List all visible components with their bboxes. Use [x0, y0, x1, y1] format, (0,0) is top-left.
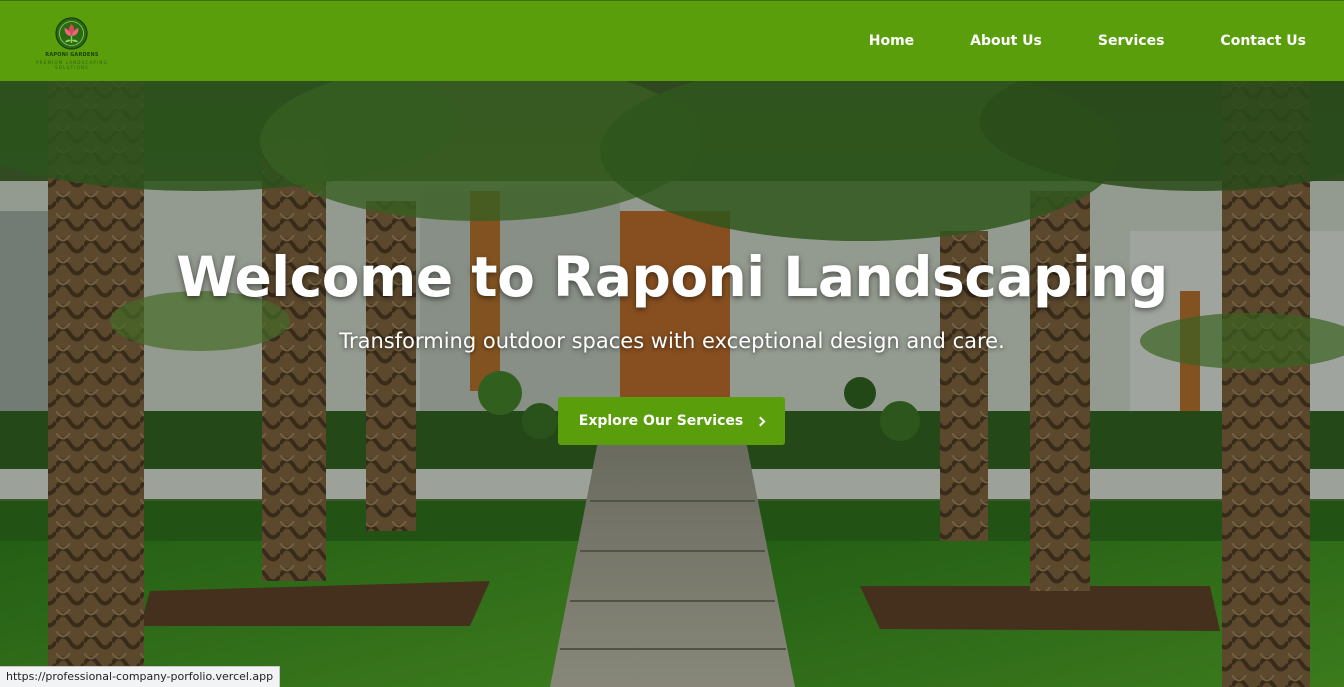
main-nav: Home About Us Services Contact Us: [869, 1, 1306, 81]
flower-logo-icon: [55, 17, 88, 50]
hero-overlay: [0, 81, 1344, 687]
hero-title: Welcome to Raponi Landscaping: [176, 245, 1168, 309]
explore-services-label: Explore Our Services: [578, 413, 744, 429]
nav-link-home[interactable]: Home: [869, 33, 914, 49]
logo-tagline: PREMIUM LANDSCAPING SOLUTIONS: [36, 60, 108, 70]
status-bar-url: https://professional-company-porfolio.ve…: [0, 666, 281, 687]
hero-section: Welcome to Raponi Landscaping Transformi…: [0, 81, 1344, 687]
logo[interactable]: RAPONI GARDENS PREMIUM LANDSCAPING SOLUT…: [24, 17, 120, 70]
explore-services-button[interactable]: Explore Our Services: [558, 397, 785, 445]
navbar: RAPONI GARDENS PREMIUM LANDSCAPING SOLUT…: [0, 0, 1344, 81]
hero-subtitle: Transforming outdoor spaces with excepti…: [339, 329, 1005, 353]
nav-link-about-us[interactable]: About Us: [970, 33, 1042, 49]
chevron-right-icon: [755, 416, 766, 426]
nav-link-contact-us[interactable]: Contact Us: [1220, 33, 1306, 49]
nav-link-services[interactable]: Services: [1098, 33, 1165, 49]
logo-name: RAPONI GARDENS: [45, 52, 99, 58]
